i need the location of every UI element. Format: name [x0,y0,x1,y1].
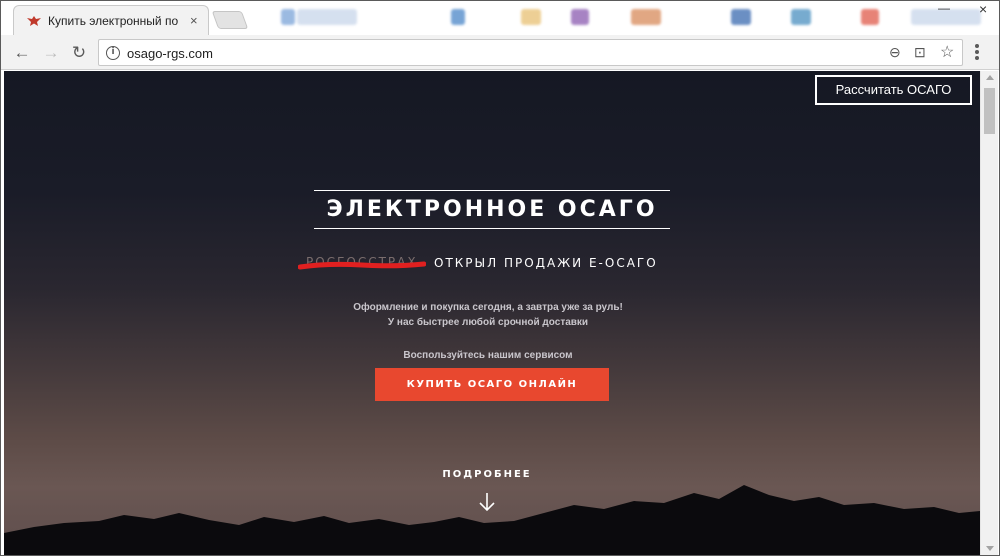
description-line-1: Оформление и покупка сегодня, а завтра у… [353,302,623,313]
close-tab-icon[interactable]: × [190,13,198,28]
page-title: ЭЛЕКТРОННОЕ ОСАГО [326,197,658,222]
back-icon[interactable]: ← [11,42,33,64]
buy-osago-online-button[interactable]: КУПИТЬ ОСАГО ОНЛАЙН [375,368,609,401]
subtitle-text: ОТКРЫЛ ПРОДАЖИ Е-ОСАГО [434,256,658,270]
description-line-2: У нас быстрее любой срочной доставки [387,317,589,328]
tab-active[interactable]: Купить электронный по × [13,5,209,35]
menu-dots-icon[interactable] [969,43,985,63]
scroll-up-icon[interactable] [986,75,994,80]
forward-icon[interactable]: → [40,42,62,64]
translate-icon[interactable]: ⊡ [914,44,926,61]
info-icon[interactable]: i [106,46,120,60]
tab-strip: Купить электронный по × — × [1,1,999,35]
blurred-background-tabs [211,3,999,33]
service-text: Воспользуйтесь нашим сервисом [403,350,573,361]
scrollbar-thumb[interactable] [984,88,995,134]
minimize-icon[interactable]: — [938,1,950,15]
reload-icon[interactable]: ↻ [68,42,90,64]
hero-description: Оформление и покупка сегодня, а завтра у… [284,300,692,330]
zoom-icon[interactable]: ⊖ [889,44,901,61]
url-text[interactable]: osago-rgs.com [127,46,213,61]
mountain-silhouette [4,485,980,555]
bookmark-star-icon[interactable]: ☆ [940,42,954,62]
arrow-down-icon[interactable] [478,492,496,512]
page-scrollbar[interactable] [980,71,998,555]
address-bar[interactable]: i osago-rgs.com ⊖ ⊡ ☆ [98,39,963,66]
title-top-rule [314,190,670,191]
hero-section: Рассчитать ОСАГО ЭЛЕКТРОННОЕ ОСАГО РОСГО… [4,71,980,555]
tab-title: Купить электронный по [48,14,179,28]
title-bottom-rule [314,228,670,229]
new-tab-button[interactable] [211,11,249,29]
eagle-icon [27,16,41,26]
more-link[interactable]: ПОДРОБНЕЕ [402,469,572,480]
red-strike-mark [298,261,426,270]
browser-toolbar: ← → ↻ i osago-rgs.com ⊖ ⊡ ☆ [1,35,999,70]
close-window-icon[interactable]: × [979,1,987,17]
calculate-osago-button[interactable]: Рассчитать ОСАГО [815,75,972,105]
scroll-down-icon[interactable] [986,546,994,551]
browser-window: Купить электронный по × — × ← → ↻ i osag… [0,0,1000,556]
hero-subtitle: РОСГОССТРАХ ОТКРЫЛ ПРОДАЖИ Е-ОСАГО [296,255,696,273]
